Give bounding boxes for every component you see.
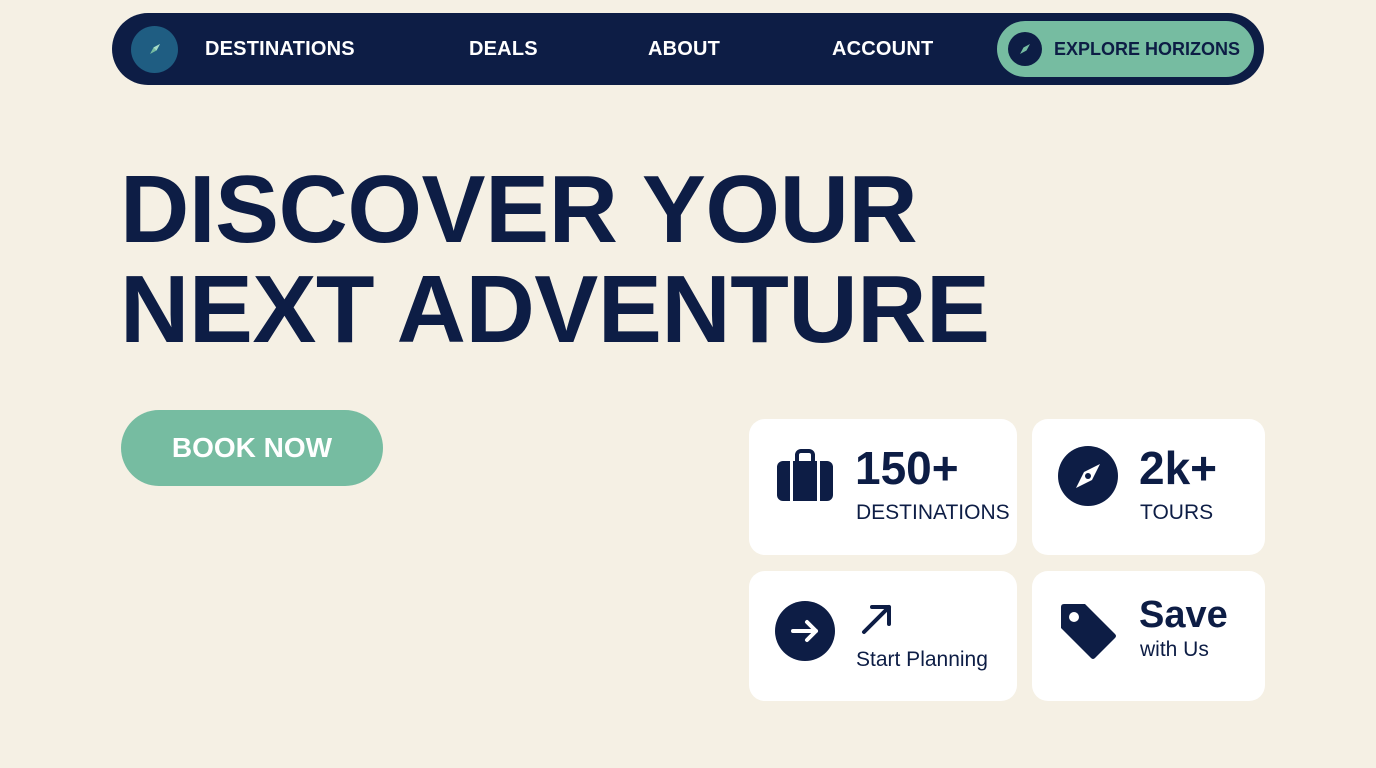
compass-icon[interactable] <box>131 25 178 73</box>
destinations-label: DESTINATIONS <box>856 501 1010 524</box>
hero-title-line1: DISCOVER YOUR <box>120 156 918 263</box>
book-now-button[interactable]: BOOK NOW <box>121 410 383 486</box>
nav-destinations[interactable]: DESTINATIONS <box>205 13 355 85</box>
explore-horizons-label: EXPLORE HORIZONS <box>1054 38 1241 59</box>
hero-title-line2: NEXT ADVENTURE <box>120 256 990 363</box>
start-planning-label: Start Planning <box>856 648 988 671</box>
explore-horizons-button[interactable]: EXPLORE HORIZONS <box>997 21 1254 77</box>
save-title: Save <box>1139 594 1228 636</box>
arrow-right-icon <box>775 601 835 661</box>
tag-icon <box>1058 601 1118 661</box>
nav-deals[interactable]: DEALS <box>469 13 538 85</box>
compass-icon <box>1058 446 1118 506</box>
destinations-value: 150+ <box>855 442 959 494</box>
compass-icon <box>1008 32 1042 66</box>
top-navbar: DESTINATIONS DEALS ABOUT ACCOUNT EXPLORE… <box>112 13 1264 85</box>
save-with-us-card[interactable]: Save with Us <box>1032 571 1265 701</box>
suitcase-icon <box>775 449 835 505</box>
nav-account[interactable]: ACCOUNT <box>832 13 933 85</box>
tours-label: TOURS <box>1140 501 1214 524</box>
nav-about[interactable]: ABOUT <box>648 13 720 85</box>
save-label: with Us <box>1140 638 1209 661</box>
tours-stat-card[interactable]: 2k+ TOURS <box>1032 419 1265 555</box>
start-planning-card[interactable]: Start Planning <box>749 571 1017 701</box>
hero-title: DISCOVER YOUR NEXT ADVENTURE <box>120 160 1020 360</box>
tours-value: 2k+ <box>1139 442 1218 494</box>
destinations-stat-card[interactable]: 150+ DESTINATIONS <box>749 419 1017 555</box>
arrow-up-right-icon <box>859 601 895 637</box>
page: DESTINATIONS DEALS ABOUT ACCOUNT EXPLORE… <box>0 0 1376 768</box>
